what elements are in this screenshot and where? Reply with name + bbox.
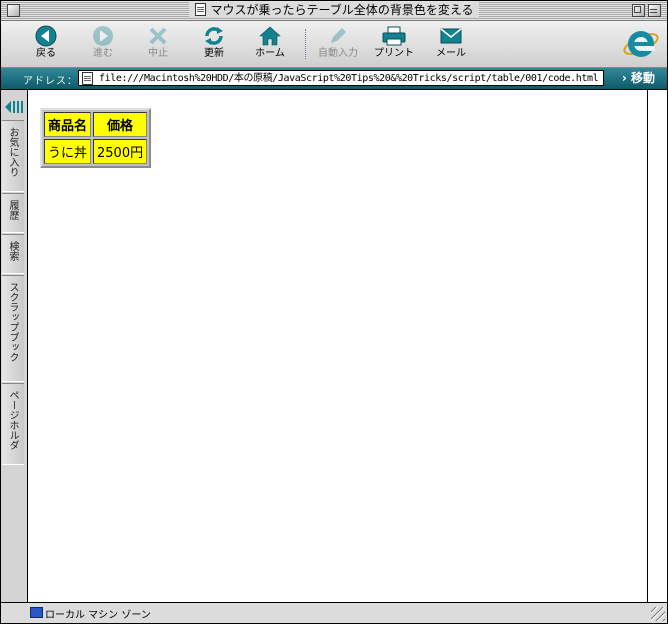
forward-arrow-icon <box>93 26 113 46</box>
back-arrow-icon <box>35 25 57 47</box>
autofill-button[interactable]: 自動入力 <box>311 24 365 60</box>
address-input[interactable]: file:///Macintosh%20HDD/本の原稿/JavaScript%… <box>78 70 604 86</box>
stop-button[interactable]: 中止 <box>131 24 185 60</box>
collapse-box[interactable] <box>648 4 661 17</box>
go-chevron-icon: › <box>621 71 631 85</box>
header-product-name: 商品名 <box>44 112 92 137</box>
address-label: アドレス： <box>23 76 78 87</box>
title-wrap: マウスが乗ったらテーブル全体の背景色を変える <box>1 2 667 18</box>
refresh-icon <box>205 27 223 45</box>
tab-favorites-label: お気に入り <box>7 127 18 177</box>
cell-product-name: うに丼 <box>44 139 92 164</box>
toolbar: 戻る 進む 中止 更新 ホーム 自動入力 プリント メール <box>1 21 667 68</box>
print-label: プリント <box>374 48 414 59</box>
mail-envelope-icon <box>440 28 462 44</box>
refresh-button[interactable]: 更新 <box>187 24 241 60</box>
back-label: 戻る <box>36 48 56 59</box>
refresh-label: 更新 <box>204 48 224 59</box>
tab-page-holder[interactable]: ページホルダ <box>2 383 24 465</box>
explorer-toggle-button[interactable] <box>4 100 24 114</box>
print-button[interactable]: プリント <box>367 24 421 60</box>
product-table[interactable]: 商品名 価格 うに丼 2500円 <box>40 108 152 168</box>
home-label: ホーム <box>255 48 285 59</box>
vertical-scrollbar[interactable] <box>647 90 667 602</box>
tab-history-label: 履歴 <box>7 200 18 220</box>
mail-label: メール <box>436 48 466 59</box>
window-title-area: マウスが乗ったらテーブル全体の背景色を変える <box>188 2 480 18</box>
address-url: file:///Macintosh%20HDD/本の原稿/JavaScript%… <box>99 73 599 84</box>
tab-search[interactable]: 検索 <box>2 234 24 274</box>
cell-price: 2500円 <box>93 139 148 164</box>
autofill-label: 自動入力 <box>318 48 358 59</box>
security-zone-text: ローカル マシン ゾーン <box>45 610 151 621</box>
table-header-row: 商品名 価格 <box>44 112 148 137</box>
window-title: マウスが乗ったらテーブル全体の背景色を変える <box>210 3 474 17</box>
tab-favorites[interactable]: お気に入り <box>2 120 24 192</box>
tab-scrapbook-label: スクラップブック <box>7 282 18 362</box>
forward-label: 進む <box>93 48 113 59</box>
tab-history[interactable]: 履歴 <box>2 193 24 233</box>
printer-icon <box>382 26 406 46</box>
home-button[interactable]: ホーム <box>243 24 297 60</box>
toolbar-separator <box>305 29 307 59</box>
title-bar[interactable]: マウスが乗ったらテーブル全体の背景色を変える <box>1 1 667 21</box>
go-button[interactable]: › 移動 <box>622 70 655 86</box>
go-label: 移動 <box>630 71 655 85</box>
tab-page-holder-label: ページホルダ <box>7 390 18 450</box>
status-bar: ローカル マシン ゾーン <box>1 602 667 623</box>
ie-logo[interactable] <box>621 23 661 63</box>
back-button[interactable]: 戻る <box>19 24 73 60</box>
stop-label: 中止 <box>148 48 168 59</box>
ie-logo-icon <box>623 31 659 57</box>
page-content: 商品名 価格 うに丼 2500円 <box>28 90 647 602</box>
home-icon <box>259 26 281 46</box>
browser-window: マウスが乗ったらテーブル全体の背景色を変える 戻る 進む 中止 更新 ホーム 自… <box>0 0 668 624</box>
resize-grip[interactable] <box>651 607 665 621</box>
table-row: うに丼 2500円 <box>44 139 148 164</box>
tab-search-label: 検索 <box>7 241 18 261</box>
forward-button[interactable]: 進む <box>76 24 130 60</box>
mail-button[interactable]: メール <box>424 24 478 60</box>
tab-scrapbook[interactable]: スクラップブック <box>2 275 24 382</box>
explorer-bar: お気に入り 履歴 検索 スクラップブック ページホルダ <box>1 90 28 602</box>
zoom-box[interactable] <box>632 4 645 17</box>
address-bar: アドレス： file:///Macintosh%20HDD/本の原稿/JavaS… <box>1 68 667 90</box>
header-price: 価格 <box>93 112 148 137</box>
page-document-icon <box>82 72 93 85</box>
stop-x-icon <box>149 27 167 45</box>
computer-zone-icon <box>30 607 43 618</box>
explorer-toggle-icon <box>5 101 23 113</box>
autofill-pen-icon <box>331 28 346 43</box>
document-icon <box>194 3 206 16</box>
